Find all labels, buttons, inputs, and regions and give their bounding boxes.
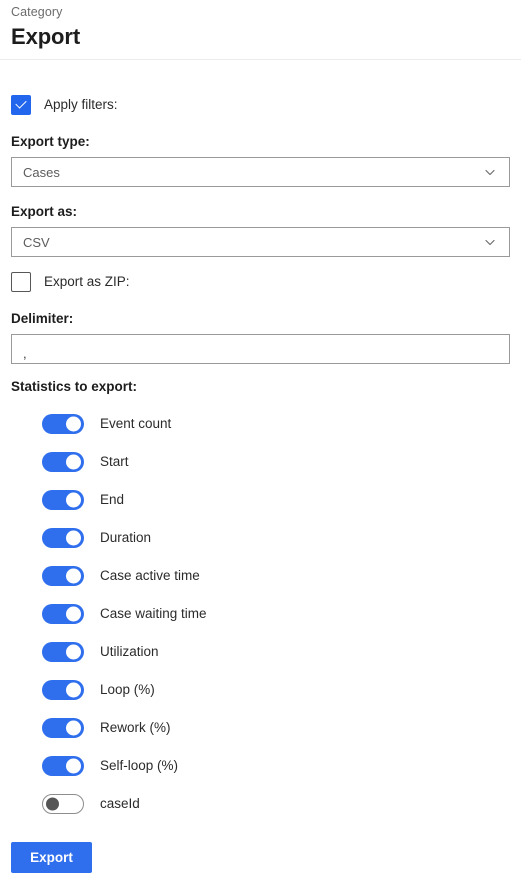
toggle-knob-icon xyxy=(66,682,81,698)
category-label: Category xyxy=(11,5,63,19)
chevron-down-icon xyxy=(483,235,497,249)
statistics-toggle-row[interactable]: Utilization xyxy=(11,633,510,671)
statistics-toggle[interactable] xyxy=(42,642,84,662)
statistics-toggle-list: Event count Start End Duration Case active t… xyxy=(11,405,510,823)
toggle-knob-icon xyxy=(66,416,81,432)
statistics-toggle-label: End xyxy=(100,492,125,507)
page-header: Category Export xyxy=(0,0,521,60)
statistics-toggle-row[interactable]: Case active time xyxy=(11,557,510,595)
apply-filters-checkbox[interactable] xyxy=(11,95,31,115)
export-as-zip-checkbox[interactable] xyxy=(11,272,31,292)
apply-filters-row[interactable]: Apply filters: xyxy=(11,94,510,116)
export-type-select[interactable]: Cases xyxy=(11,157,510,187)
statistics-toggle[interactable] xyxy=(42,604,84,624)
toggle-knob-icon xyxy=(66,492,81,508)
statistics-toggle-row[interactable]: Event count xyxy=(11,405,510,443)
statistics-toggle-label: Case active time xyxy=(100,568,200,583)
statistics-toggle-label: Event count xyxy=(100,416,172,431)
statistics-toggle[interactable] xyxy=(42,452,84,472)
statistics-toggle[interactable] xyxy=(42,718,84,738)
chevron-down-icon xyxy=(483,165,497,179)
statistics-toggle-label: Case waiting time xyxy=(100,606,207,621)
statistics-toggle-label: Utilization xyxy=(100,644,159,659)
page-title: Export xyxy=(11,24,81,49)
statistics-toggle[interactable] xyxy=(42,794,84,814)
statistics-toggle-row[interactable]: End xyxy=(11,481,510,519)
statistics-toggle-row[interactable]: caseId xyxy=(11,785,510,823)
statistics-toggle[interactable] xyxy=(42,414,84,434)
delimiter-input[interactable]: , xyxy=(11,334,510,364)
statistics-toggle-label: Rework (%) xyxy=(100,720,171,735)
export-as-zip-label: Export as ZIP: xyxy=(44,274,130,289)
toggle-knob-icon xyxy=(66,644,81,660)
statistics-toggle-row[interactable]: Loop (%) xyxy=(11,671,510,709)
checkmark-icon xyxy=(15,97,27,109)
statistics-toggle-row[interactable]: Start xyxy=(11,443,510,481)
statistics-toggle-label: Start xyxy=(100,454,129,469)
statistics-toggle-label: Duration xyxy=(100,530,152,545)
export-as-value: CSV xyxy=(23,234,50,250)
statistics-toggle-row[interactable]: Rework (%) xyxy=(11,709,510,747)
export-form: Apply filters: Export type: Cases Export… xyxy=(0,60,521,873)
statistics-toggle[interactable] xyxy=(42,566,84,586)
toggle-knob-icon xyxy=(66,758,81,774)
toggle-knob-icon xyxy=(66,530,81,546)
toggle-knob-icon xyxy=(46,797,59,811)
statistics-toggle[interactable] xyxy=(42,756,84,776)
export-button[interactable]: Export xyxy=(11,842,92,873)
export-as-label: Export as: xyxy=(11,204,78,219)
toggle-knob-icon xyxy=(66,454,81,470)
statistics-toggle-label: Loop (%) xyxy=(100,682,155,697)
toggle-knob-icon xyxy=(66,606,81,622)
statistics-toggle[interactable] xyxy=(42,680,84,700)
apply-filters-label: Apply filters: xyxy=(44,97,118,112)
statistics-toggle-row[interactable]: Self-loop (%) xyxy=(11,747,510,785)
delimiter-value: , xyxy=(23,345,27,361)
toggle-knob-icon xyxy=(66,568,81,584)
statistics-label: Statistics to export: xyxy=(11,379,138,394)
statistics-toggle[interactable] xyxy=(42,490,84,510)
toggle-knob-icon xyxy=(66,720,81,736)
delimiter-label: Delimiter: xyxy=(11,311,74,326)
export-as-select[interactable]: CSV xyxy=(11,227,510,257)
export-type-label: Export type: xyxy=(11,134,90,149)
statistics-toggle-label: Self-loop (%) xyxy=(100,758,179,773)
statistics-toggle-row[interactable]: Case waiting time xyxy=(11,595,510,633)
statistics-toggle-label: caseId xyxy=(100,796,140,811)
export-as-zip-row[interactable]: Export as ZIP: xyxy=(11,271,510,293)
statistics-toggle[interactable] xyxy=(42,528,84,548)
export-type-value: Cases xyxy=(23,164,60,180)
statistics-toggle-row[interactable]: Duration xyxy=(11,519,510,557)
